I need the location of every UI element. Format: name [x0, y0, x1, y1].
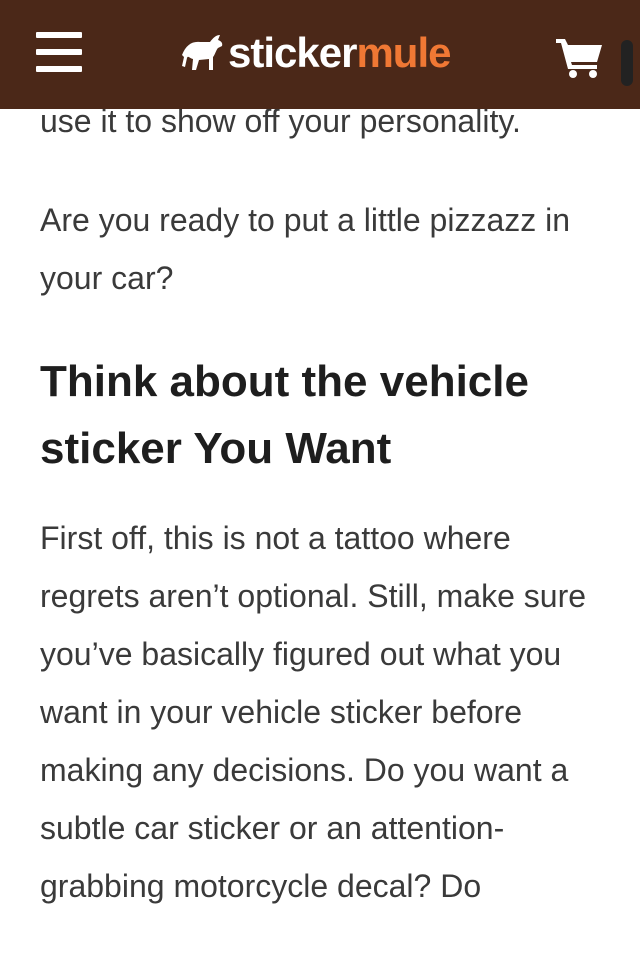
stickermule-logo[interactable]: stickermule: [180, 28, 451, 78]
hamburger-menu-icon[interactable]: [36, 32, 82, 72]
article-heading: Think about the vehicle sticker You Want: [40, 357, 529, 473]
logo-wordmark: stickermule: [228, 28, 451, 78]
logo-text-sticker: sticker: [228, 29, 357, 76]
mule-logo-icon: [182, 35, 223, 70]
article-paragraph: Are you ready to put a little pizzazz in…: [40, 202, 571, 296]
shopping-cart-icon[interactable]: [555, 36, 605, 78]
logo-text-mule: mule: [356, 29, 451, 76]
site-header: stickermule: [0, 0, 640, 109]
article-paragraph: First off, this is not a tattoo where re…: [40, 520, 587, 904]
scrollbar-thumb[interactable]: [621, 40, 633, 86]
page: use it to show off your personality. Are…: [0, 0, 640, 959]
